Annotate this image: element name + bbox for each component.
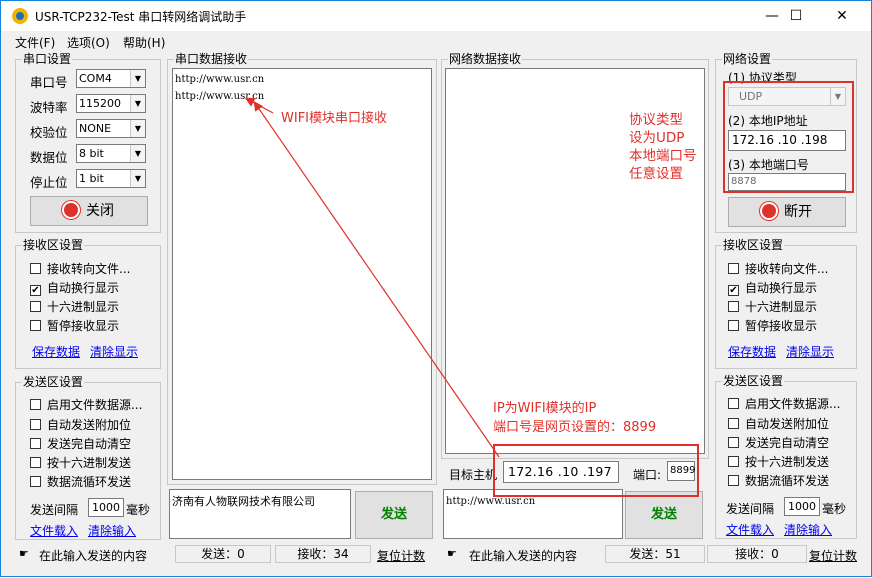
app-window: USR-TCP232-Test 串口转网络调试助手 — ☐ ✕ 文件(F) 选项…	[0, 0, 872, 577]
annotation-arrows	[244, 97, 500, 458]
arrow-to-recv-data	[253, 101, 500, 458]
